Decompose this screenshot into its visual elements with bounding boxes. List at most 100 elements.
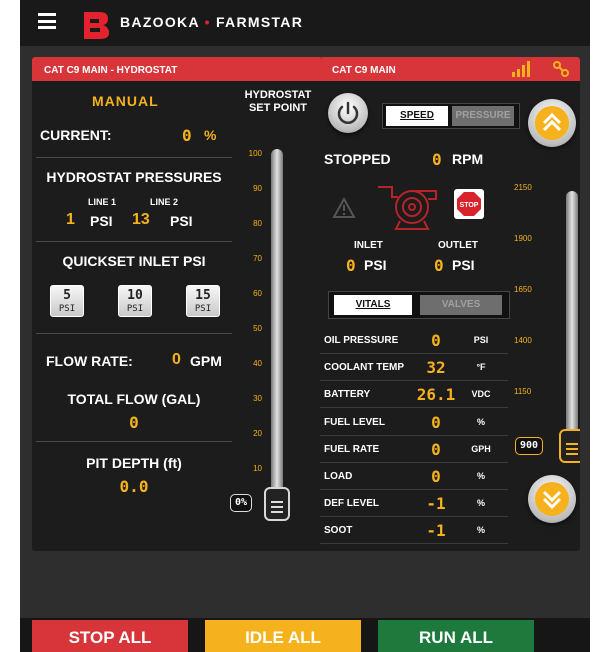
vitals-label: COOLANT TEMP bbox=[324, 362, 404, 374]
vitals-value: 0 bbox=[431, 412, 441, 432]
quickset-value: 5 bbox=[63, 288, 71, 303]
tab-pressure[interactable]: PRESSURE bbox=[452, 106, 514, 126]
rpm-value: 0 bbox=[432, 150, 442, 169]
vitals-row: FUEL RATE 0 GPH bbox=[320, 436, 508, 463]
vitals-row: SOOT -1% bbox=[320, 517, 508, 545]
quickset-unit: PSI bbox=[58, 304, 76, 314]
vitals-row: LOAD 0% bbox=[320, 463, 508, 490]
vitals-row: COOLANT TEMP 32 °F bbox=[320, 354, 508, 382]
engine-status: STOPPED bbox=[324, 151, 391, 167]
tab-valves[interactable]: VALVES bbox=[420, 295, 502, 315]
setpoint-tick-label: 10 bbox=[253, 464, 262, 473]
setpoint-title-line1: HYDROSTAT bbox=[244, 89, 312, 101]
outlet-unit: PSI bbox=[452, 257, 475, 273]
rpm-tick-label: 2150 bbox=[514, 183, 532, 192]
line1-label: LINE 1 bbox=[88, 197, 117, 207]
vitals-label: OIL PRESSURE bbox=[324, 335, 399, 346]
rpm-tick-label: 1150 bbox=[514, 387, 532, 396]
vitals-value: 0 bbox=[431, 439, 441, 459]
vitals-list: OIL PRESSURE 0 PSI COOLANT TEMP 32 °F BATTERY 2… bbox=[320, 327, 510, 547]
quickset-value: 15 bbox=[195, 288, 211, 303]
tab-speed[interactable]: SPEED bbox=[386, 106, 448, 126]
rpm-slider-knob[interactable] bbox=[559, 429, 580, 463]
vitals-value: 26.1 bbox=[416, 385, 456, 405]
idle-all-button[interactable]: IDLE ALL bbox=[205, 620, 361, 652]
pump-icon bbox=[378, 186, 437, 230]
current-unit: % bbox=[204, 127, 217, 143]
row-divider bbox=[320, 543, 508, 545]
total-flow-label: TOTAL FLOW (GAL) bbox=[67, 391, 201, 407]
pit-depth-label: PIT DEPTH (ft) bbox=[86, 455, 182, 471]
outlet-value: 0 bbox=[434, 256, 444, 275]
vitals-label: LOAD bbox=[324, 471, 353, 482]
warning-triangle-icon bbox=[332, 197, 356, 218]
stop-sign-text: STOP bbox=[460, 202, 479, 209]
setpoint-tick-label: 20 bbox=[253, 429, 262, 438]
vitals-unit: °F bbox=[476, 362, 486, 373]
rpm-down-button[interactable] bbox=[528, 475, 576, 523]
vitals-unit: % bbox=[476, 525, 485, 536]
setpoint-title: HYDROSTAT SET POINT bbox=[236, 89, 320, 115]
inlet-unit: PSI bbox=[364, 257, 387, 273]
tab-vitals[interactable]: VITALS bbox=[334, 295, 412, 315]
inlet-value: 0 bbox=[346, 256, 356, 275]
vitals-unit: VDC bbox=[471, 389, 491, 400]
line2-value: 13 bbox=[132, 211, 150, 228]
line1-unit: PSI bbox=[90, 213, 113, 229]
vitals-label: BATTERY bbox=[324, 389, 371, 401]
vitals-unit: % bbox=[476, 498, 485, 509]
quickset-10-button[interactable]: 10 PSI bbox=[118, 285, 152, 317]
brand-name: BAZOOKA • FARMSTAR bbox=[120, 14, 303, 30]
inlet-label: INLET bbox=[354, 240, 383, 251]
setpoint-tick-label: 70 bbox=[253, 254, 262, 263]
vitals-value: 32 bbox=[426, 358, 446, 378]
setpoint-tick-label: 90 bbox=[253, 184, 262, 193]
setpoint-slider-knob[interactable] bbox=[264, 487, 290, 521]
rpm-tick-label: 1650 bbox=[514, 285, 532, 294]
vitals-unit: % bbox=[476, 471, 485, 481]
quickset-title: QUICKSET INLET PSI bbox=[62, 253, 206, 269]
power-icon bbox=[337, 101, 359, 124]
current-value: 0 bbox=[182, 126, 192, 145]
vitals-value: -1 bbox=[426, 494, 446, 514]
flow-rate-value: 0 bbox=[172, 351, 181, 368]
vitals-row: FUEL LEVEL 0% bbox=[320, 409, 508, 436]
pit-depth-value: 0.0 bbox=[119, 477, 149, 496]
vitals-value: 0 bbox=[431, 467, 441, 486]
setpoint-value-bubble: 0% bbox=[230, 494, 253, 512]
vitals-row: DEF LEVEL -1% bbox=[320, 490, 508, 518]
quickset-15-button[interactable]: 15 PSI bbox=[186, 285, 220, 317]
line2-unit: PSI bbox=[170, 213, 193, 229]
setpoint-slider-track[interactable] bbox=[271, 149, 283, 519]
engine-panel: CAT C9 MAIN SPEED PRESSURE STOPPED 0 RPM bbox=[320, 57, 580, 551]
app-window: BAZOOKA • FARMSTAR CAT C9 MAIN - HYDROST… bbox=[20, 0, 590, 652]
vitals-value: 0 bbox=[431, 331, 441, 350]
stop-button[interactable]: STOP bbox=[454, 189, 484, 219]
rpm-unit: RPM bbox=[452, 151, 484, 167]
vitals-label: FUEL RATE bbox=[324, 443, 380, 455]
hydrostat-pressures-title: HYDROSTAT PRESSURES bbox=[46, 169, 222, 185]
outlet-label: OUTLET bbox=[438, 240, 478, 251]
connection-icon[interactable] bbox=[552, 61, 570, 77]
quickset-5-button[interactable]: 5 PSI bbox=[50, 285, 84, 317]
hamburger-menu-icon[interactable] bbox=[38, 13, 56, 29]
stop-all-button[interactable]: STOP ALL bbox=[32, 620, 188, 652]
quickset-unit: PSI bbox=[126, 304, 144, 314]
bazooka-logo-icon bbox=[84, 12, 109, 39]
setpoint-tick-label: 100 bbox=[248, 149, 262, 158]
current-label: CURRENT: bbox=[40, 127, 112, 143]
total-flow-value: 0 bbox=[129, 413, 139, 432]
setpoint-tick-label: 50 bbox=[253, 324, 262, 333]
brand-left: BAZOOKA bbox=[120, 14, 200, 30]
rpm-up-button[interactable] bbox=[528, 99, 576, 147]
rpm-slider-track[interactable] bbox=[566, 191, 578, 451]
divider bbox=[36, 157, 232, 158]
line1-value: 1 bbox=[66, 211, 75, 228]
run-all-button[interactable]: RUN ALL bbox=[378, 620, 534, 652]
vitals-row: BATTERY 26.1 VDC bbox=[320, 381, 508, 409]
double-chevron-down-icon bbox=[535, 482, 569, 516]
signal-bars-icon bbox=[512, 61, 530, 77]
power-button[interactable] bbox=[328, 93, 368, 133]
vitals-label: FUEL LEVEL bbox=[324, 416, 385, 428]
rpm-tick-label: 1900 bbox=[514, 234, 532, 243]
